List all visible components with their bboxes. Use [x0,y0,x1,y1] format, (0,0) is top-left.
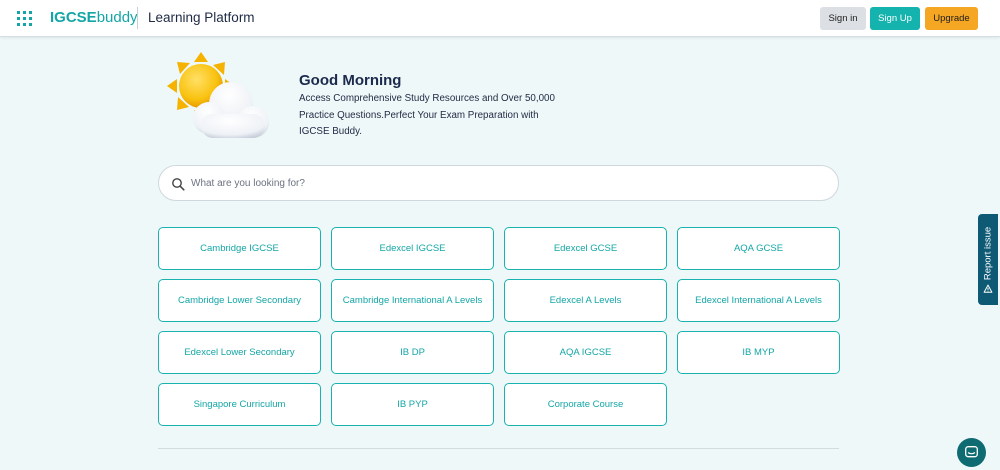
curriculum-card-edexcel-igcse[interactable]: Edexcel IGCSE [331,227,494,270]
curriculum-card-aqa-igcse[interactable]: AQA IGCSE [504,331,667,374]
curriculum-card-edexcel-international-a-levels[interactable]: Edexcel International A Levels [677,279,840,322]
hero-subtitle: Access Comprehensive Study Resources and… [299,93,555,137]
report-issue-tab[interactable]: Report issue [978,214,998,305]
curriculum-card-cambridge-igcse[interactable]: Cambridge IGCSE [158,227,321,270]
search-input[interactable] [191,166,811,200]
curriculum-card-aqa-gcse[interactable]: AQA GCSE [677,227,840,270]
header-divider [137,7,138,29]
curriculum-card-edexcel-lower-secondary[interactable]: Edexcel Lower Secondary [158,331,321,374]
warning-icon [983,284,993,293]
report-issue-label: Report issue [982,226,994,280]
logo-bold-text: IGCSE [50,9,97,26]
brand-logo[interactable]: IGCSEbuddy [50,9,138,27]
search-icon [172,178,185,191]
curriculum-card-ib-dp[interactable]: IB DP [331,331,494,374]
curriculum-card-edexcel-a-levels[interactable]: Edexcel A Levels [504,279,667,322]
curriculum-card-ib-pyp[interactable]: IB PYP [331,383,494,426]
section-divider [158,448,839,449]
logo-light-text: buddy [96,9,138,26]
greeting-heading: Good Morning [299,72,402,89]
chat-icon [965,446,978,458]
curriculum-card-corporate-course[interactable]: Corporate Course [504,383,667,426]
top-header: IGCSEbuddy Learning Platform Sign in Sig… [0,0,1000,37]
platform-title: Learning Platform [148,10,255,25]
curriculum-card-edexcel-gcse[interactable]: Edexcel GCSE [504,227,667,270]
sign-up-button[interactable]: Sign Up [870,7,920,30]
curriculum-card-cambridge-international-a-levels[interactable]: Cambridge International A Levels [331,279,494,322]
upgrade-button[interactable]: Upgrade [925,7,978,30]
apps-grid-icon[interactable] [17,11,32,26]
sun-cloud-icon [167,52,269,138]
report-issue-content: Report issue [982,226,994,293]
search-bar[interactable] [158,165,839,201]
curriculum-card-cambridge-lower-secondary[interactable]: Cambridge Lower Secondary [158,279,321,322]
curriculum-card-singapore-curriculum[interactable]: Singapore Curriculum [158,383,321,426]
curriculum-card-ib-myp[interactable]: IB MYP [677,331,840,374]
sign-in-button[interactable]: Sign in [820,7,866,30]
chat-button[interactable] [957,438,986,467]
curriculum-grid: Cambridge IGCSE Edexcel IGCSE Edexcel GC… [158,227,840,426]
